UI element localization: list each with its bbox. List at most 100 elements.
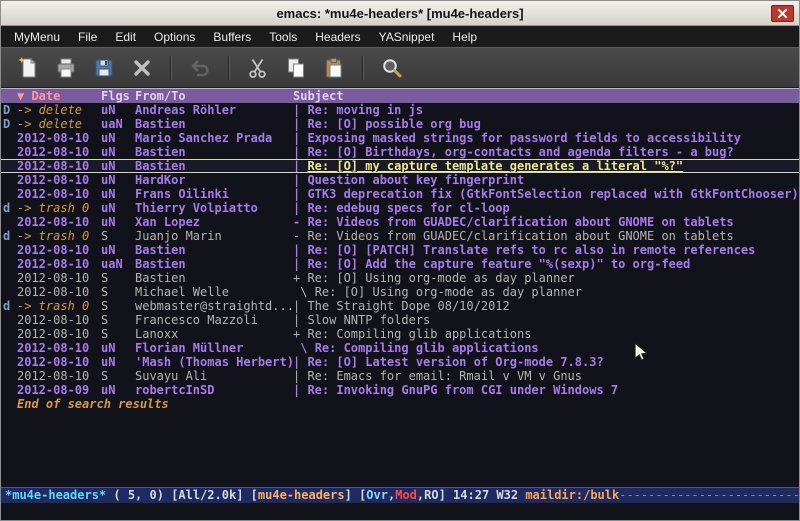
message-row[interactable]: 2012-08-10uN'Mash (Thomas Herbert)| Re: …: [1, 355, 799, 369]
message-row[interactable]: 2012-08-10SFrancesco Mazzoli| Slow NNTP …: [1, 313, 799, 327]
header-mark-spacer: [3, 89, 17, 103]
modeline-segment-dashes: ----------------------------------------: [619, 488, 799, 502]
message-row[interactable]: 2012-08-10SSuvayu Ali| Re: Emacs for ema…: [1, 369, 799, 383]
mark-cell: [3, 355, 17, 369]
save-button[interactable]: [89, 53, 119, 83]
message-row[interactable]: d-> trash 0SJuanjo Marin- Re: Videos fro…: [1, 229, 799, 243]
message-row[interactable]: 2012-08-10uNFrans Oilinki| GTK3 deprecat…: [1, 187, 799, 201]
flags-cell: uN: [101, 187, 135, 201]
thread-indicator: |: [293, 117, 307, 131]
cut-button[interactable]: [243, 53, 273, 83]
subject-text: Re: edebug specs for cl-loop: [307, 201, 509, 215]
from-cell: Bastien: [135, 257, 293, 271]
flags-cell: uN: [101, 215, 135, 229]
message-row[interactable]: d-> trash 0uNThierry Volpiatto| Re: edeb…: [1, 201, 799, 215]
from-cell: Bastien: [135, 160, 293, 172]
from-cell: Suvayu Ali: [135, 369, 293, 383]
close-button[interactable]: [127, 53, 157, 83]
date-cell: 2012-08-10: [17, 313, 101, 327]
header-subject-label[interactable]: Subject: [293, 89, 799, 103]
from-cell: Mario Sanchez Prada: [135, 131, 293, 145]
message-row[interactable]: 2012-08-10uNMario Sanchez Prada| Exposin…: [1, 131, 799, 145]
subject-cell: | Re: moving in js: [293, 103, 799, 117]
mark-cell: [3, 173, 17, 187]
paste-button[interactable]: [319, 53, 349, 83]
mark-cell: [3, 131, 17, 145]
menu-item-tools[interactable]: Tools: [260, 27, 306, 47]
message-row[interactable]: 2012-08-10uNHardKor| Question about key …: [1, 173, 799, 187]
message-row[interactable]: 2012-08-10SMichael Welle \ Re: [O] Using…: [1, 285, 799, 299]
date-cell: 2012-08-10: [17, 173, 101, 187]
echo-area[interactable]: [1, 503, 799, 520]
flags-cell: S: [101, 285, 135, 299]
menu-item-help[interactable]: Help: [443, 27, 486, 47]
paste-icon: [322, 56, 346, 80]
modeline-segment-plain: ]: [439, 488, 453, 502]
subject-cell: | Re: [O] [PATCH] Translate refs to rc a…: [293, 243, 799, 257]
thread-indicator: |: [293, 187, 307, 201]
thread-indicator: -: [293, 229, 307, 243]
date-cell: 2012-08-10: [17, 215, 101, 229]
from-cell: Thierry Volpiatto: [135, 201, 293, 215]
message-row[interactable]: 2012-08-10uNXan Lopez- Re: Videos from G…: [1, 215, 799, 229]
new-file-button[interactable]: [13, 53, 43, 83]
message-row[interactable]: d-> trash 0Swebmaster@straightd...| The …: [1, 299, 799, 313]
flags-cell: uaN: [101, 257, 135, 271]
message-row[interactable]: 2012-08-09uNrobertcInSD| Re: Invoking Gn…: [1, 383, 799, 397]
titlebar[interactable]: emacs: *mu4e-headers* [mu4e-headers]: [1, 1, 799, 26]
message-row[interactable]: 2012-08-10uaNBastien| Re: [O] Add the ca…: [1, 257, 799, 271]
menu-item-options[interactable]: Options: [145, 27, 204, 47]
undo-button[interactable]: [185, 53, 215, 83]
mark-cell: [3, 215, 17, 229]
copy-button[interactable]: [281, 53, 311, 83]
header-date-label[interactable]: ▼ Date: [17, 89, 101, 103]
message-row[interactable]: 2012-08-10SBastien+ Re: [O] Using org-mo…: [1, 271, 799, 285]
message-row[interactable]: D-> deleteuNAndreas Röhler| Re: moving i…: [1, 103, 799, 117]
mark-cell: [3, 243, 17, 257]
subject-cell: | Re: [O] Add the capture feature "%(sex…: [293, 257, 799, 271]
mark-cell: [3, 271, 17, 285]
subject-cell: | Re: [O] Birthdays, org-contacts and ag…: [293, 145, 799, 159]
flags-cell: uN: [101, 160, 135, 172]
emacs-window: emacs: *mu4e-headers* [mu4e-headers] MyM…: [0, 0, 800, 521]
from-cell: Francesco Mazzoli: [135, 313, 293, 327]
subject-cell: | Re: Emacs for email: Rmail v VM v Gnus: [293, 369, 799, 383]
menu-item-yasnippet[interactable]: YASnippet: [370, 27, 444, 47]
date-cell: 2012-08-10: [17, 369, 101, 383]
subject-text: Question about key fingerprint: [307, 173, 524, 187]
modeline-segment-maildir: maildir:/bulk: [525, 488, 619, 502]
toolbar-separator: [228, 56, 230, 80]
thread-indicator: |: [293, 173, 307, 187]
print-icon: [54, 56, 78, 80]
search-button[interactable]: [377, 53, 407, 83]
menu-item-file[interactable]: File: [69, 27, 106, 47]
subject-cell: | Re: [O] my capture template generates …: [293, 160, 799, 172]
header-flags-label[interactable]: Flgs: [101, 89, 135, 103]
menu-item-edit[interactable]: Edit: [106, 27, 145, 47]
header-from-label[interactable]: From/To: [135, 89, 293, 103]
date-cell: 2012-08-10: [17, 327, 101, 341]
flags-cell: S: [101, 369, 135, 383]
menu-item-headers[interactable]: Headers: [306, 27, 369, 47]
subject-text: Re: [O] my capture template generates a …: [307, 160, 683, 172]
message-row[interactable]: 2012-08-10uNBastien| Re: [O] Birthdays, …: [1, 145, 799, 159]
mark-cell: [3, 160, 17, 172]
print-button[interactable]: [51, 53, 81, 83]
message-row[interactable]: 2012-08-10uNBastien| Re: [O] my capture …: [1, 159, 799, 173]
menu-item-mymenu[interactable]: MyMenu: [5, 27, 69, 47]
message-row[interactable]: D-> deleteuaNBastien| Re: [O] possible o…: [1, 117, 799, 131]
subject-cell: + Re: Compiling glib applications: [293, 327, 799, 341]
subject-cell: + Re: [O] Using org-mode as day planner: [293, 271, 799, 285]
close-button[interactable]: [771, 5, 794, 22]
menu-item-buffers[interactable]: Buffers: [204, 27, 260, 47]
subject-cell: \ Re: [O] Using org-mode as day planner: [293, 285, 799, 299]
thread-indicator: |: [293, 131, 307, 145]
message-row[interactable]: 2012-08-10SLanoxx+ Re: Compiling glib ap…: [1, 327, 799, 341]
message-row[interactable]: 2012-08-10uNBastien| Re: [O] [PATCH] Tra…: [1, 243, 799, 257]
from-cell: 'Mash (Thomas Herbert): [135, 355, 293, 369]
subject-text: The Straight Dope 08/10/2012: [307, 299, 509, 313]
flags-cell: uN: [101, 201, 135, 215]
message-row[interactable]: 2012-08-10uNFlorian Müllner \ Re: Compil…: [1, 341, 799, 355]
from-cell: Xan Lopez: [135, 215, 293, 229]
save-icon: [92, 56, 116, 80]
